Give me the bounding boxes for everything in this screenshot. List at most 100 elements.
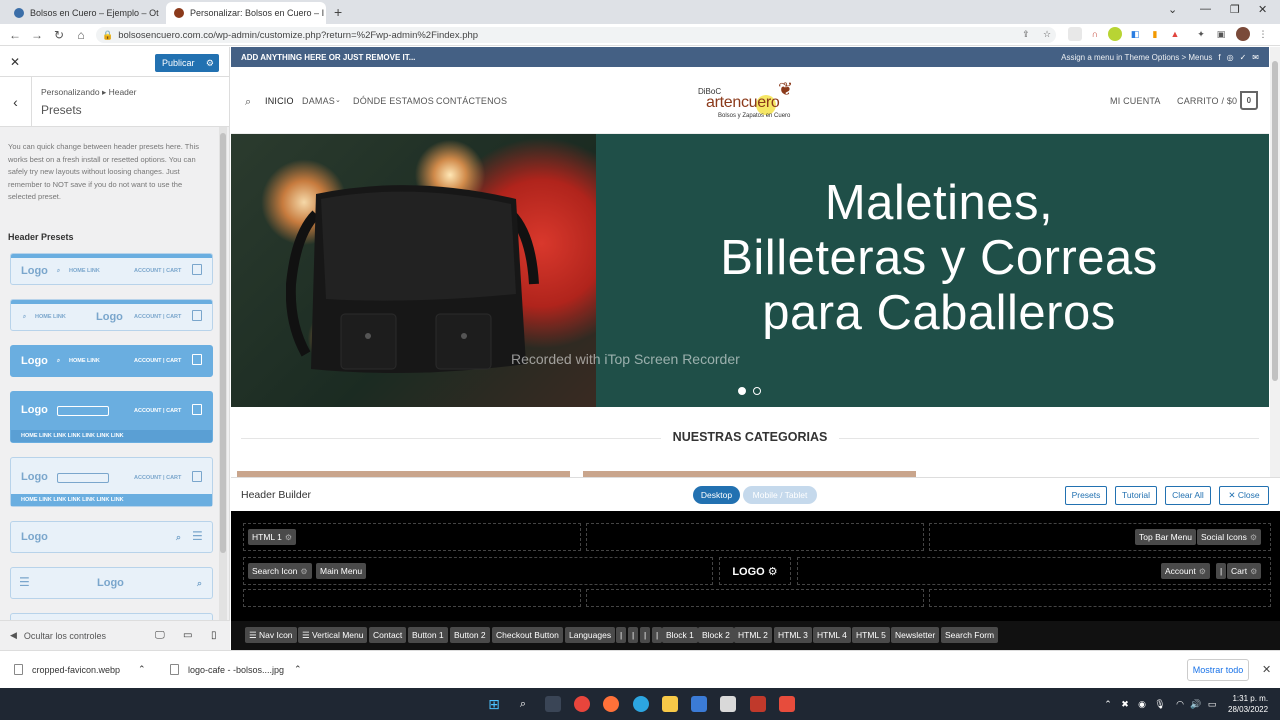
desktop-toggle[interactable]: Desktop [693, 486, 740, 504]
hero-slider[interactable]: Maletines, Billeteras y Correas para Cab… [231, 134, 1269, 407]
element-html-1[interactable]: HTML 1 ⚙ [248, 529, 297, 545]
site-logo[interactable]: DiBoC artencuero Bolsos y Zapatos en Cue… [696, 77, 806, 125]
sidepanel-icon[interactable]: ▣ [1214, 27, 1228, 41]
nav-item-damas[interactable]: DAMAS [302, 96, 335, 106]
microphone-icon[interactable]: 🎙 [1152, 696, 1168, 712]
facebook-icon[interactable]: f [1218, 53, 1220, 62]
chrome-icon[interactable] [574, 696, 590, 712]
extension-icon[interactable]: ▮ [1148, 27, 1162, 41]
calculator-icon[interactable] [691, 696, 707, 712]
element-nav-icon[interactable]: ☰ Nav Icon [245, 627, 297, 643]
element-checkout-button[interactable]: Checkout Button [492, 627, 563, 643]
address-bar[interactable]: 🔒 bolsosencuero.com.co/wp-admin/customiz… [96, 27, 1056, 43]
more-icon[interactable]: ⋮ [1256, 27, 1270, 41]
nav-item-contactenos[interactable]: CONTÁCTENOS [436, 96, 507, 106]
element-top-bar-menu[interactable]: Top Bar Menu [1135, 529, 1196, 545]
avatar[interactable] [1236, 27, 1250, 41]
preset-1[interactable]: Logo ⌕ HOME LINK ACCOUNT | CART [10, 253, 213, 285]
windows-start-icon[interactable]: ⊞ [486, 696, 502, 712]
back-chevron-icon[interactable]: ‹ [0, 77, 32, 127]
tablet-preview-icon[interactable]: ▭ [183, 630, 192, 641]
browser-tab-1[interactable]: Bolsos en Cuero – Ejemplo – Ot ✕ [6, 2, 164, 24]
main-row-left[interactable] [243, 557, 713, 585]
twitter-icon[interactable]: ✓ [1240, 53, 1247, 62]
close-button[interactable]: ✕ Close [1219, 486, 1269, 505]
volume-icon[interactable]: 🔊 [1188, 696, 1204, 712]
minimize-icon[interactable]: — [1200, 3, 1211, 15]
extension-icon[interactable] [1068, 27, 1082, 41]
extension-icon[interactable]: ▲ [1168, 27, 1182, 41]
gear-icon[interactable]: ⚙ [206, 58, 214, 69]
wifi-icon[interactable]: ◠ [1172, 696, 1188, 712]
element-search-icon[interactable]: Search Icon ⚙ [248, 563, 312, 579]
puzzle-icon[interactable]: ✦ [1194, 27, 1208, 41]
gear-icon[interactable]: ⚙ [300, 567, 307, 576]
extension-icon[interactable]: ◧ [1128, 27, 1142, 41]
star-icon[interactable]: ☆ [1040, 27, 1054, 41]
chevron-up-icon[interactable]: ⌃ [138, 664, 146, 675]
cart-link[interactable]: CARRITO / $0 [1177, 96, 1237, 106]
element-languages[interactable]: Languages [565, 627, 616, 643]
nav-item-inicio[interactable]: INICIO [265, 96, 294, 106]
element-divider-2[interactable]: | [628, 627, 639, 643]
preset-3[interactable]: Logo ⌕ HOME LINK ACCOUNT | CART [10, 345, 213, 377]
reload-icon[interactable]: ↻ [48, 28, 70, 42]
chevron-up-icon[interactable]: ⌃ [294, 664, 302, 675]
browser-tab-2[interactable]: Personalizar: Bolsos en Cuero – I ✕ [166, 2, 326, 24]
element-html-5[interactable]: HTML 5 [852, 627, 890, 643]
slider-dot-2[interactable] [753, 387, 761, 395]
nav-item-donde-estamos[interactable]: DÓNDE ESTAMOS [353, 96, 434, 106]
preset-2[interactable]: ⌕ HOME LINK Logo ACCOUNT | CART [10, 299, 213, 331]
top-row-center[interactable] [586, 523, 924, 551]
gear-icon[interactable]: ⚙ [1199, 567, 1206, 576]
element-html-2[interactable]: HTML 2 [734, 627, 772, 643]
new-tab-button[interactable]: + [334, 4, 342, 20]
element-divider-1[interactable]: | [616, 627, 627, 643]
tutorial-button[interactable]: Tutorial [1115, 486, 1157, 505]
element-social-icons[interactable]: Social Icons ⚙ [1197, 529, 1262, 545]
tray-icon[interactable]: ✖ [1117, 696, 1133, 712]
download-item-2[interactable]: logo-cafe - -bolsos....jpg [170, 664, 284, 675]
mobile-tablet-toggle[interactable]: Mobile / Tablet [743, 486, 817, 504]
element-contact[interactable]: Contact [369, 627, 407, 643]
firefox-icon[interactable] [603, 696, 619, 712]
gear-icon[interactable]: ⚙ [1250, 567, 1257, 576]
cart-count[interactable]: 0 [1240, 91, 1258, 110]
element-divider[interactable]: | [1216, 563, 1227, 579]
element-html-3[interactable]: HTML 3 [774, 627, 812, 643]
restore-icon[interactable]: ❐ [1230, 3, 1240, 16]
instagram-icon[interactable]: ◎ [1227, 53, 1234, 62]
app-icon[interactable] [720, 696, 736, 712]
preset-5[interactable]: Logo ACCOUNT | CART HOME LINK LINK LINK … [10, 457, 213, 507]
desktop-preview-icon[interactable]: 🖵 [155, 630, 165, 641]
element-main-menu[interactable]: Main Menu [316, 563, 367, 579]
scrollbar-thumb[interactable] [220, 133, 226, 553]
slider-dot-1[interactable] [738, 387, 746, 395]
bottom-row-center[interactable] [586, 589, 924, 607]
file-explorer-icon[interactable] [662, 696, 678, 712]
hide-controls-button[interactable]: Ocultar los controles [24, 631, 106, 641]
element-search-form[interactable]: Search Form [941, 627, 999, 643]
element-account[interactable]: Account ⚙ [1161, 563, 1210, 579]
forward-icon[interactable]: → [26, 28, 48, 42]
close-tab-icon[interactable]: ✕ [324, 8, 326, 19]
preset-7[interactable]: ☰ Logo ⌕ [10, 567, 213, 599]
close-icon[interactable]: ✕ [1262, 663, 1271, 676]
tray-icon[interactable]: ◉ [1134, 696, 1150, 712]
element-divider-4[interactable]: | [652, 627, 663, 643]
chevron-up-icon[interactable]: ⌃ [1100, 696, 1116, 712]
mobile-preview-icon[interactable]: ▯ [211, 630, 217, 641]
element-divider-3[interactable]: | [640, 627, 651, 643]
back-icon[interactable]: ← [4, 28, 26, 42]
close-icon[interactable]: ✕ [10, 55, 20, 69]
download-item-1[interactable]: cropped-favicon.webp [14, 664, 120, 675]
email-icon[interactable]: ✉ [1252, 53, 1259, 62]
bottom-row-left[interactable] [243, 589, 581, 607]
preview-scrollbar[interactable] [1270, 47, 1280, 477]
gear-icon[interactable]: ⚙ [285, 533, 292, 542]
scrollbar-thumb[interactable] [1272, 61, 1278, 381]
close-window-icon[interactable]: ✕ [1258, 3, 1267, 16]
hide-controls-icon[interactable]: ◀ [10, 630, 17, 641]
element-cart[interactable]: Cart ⚙ [1227, 563, 1262, 579]
element-block-2[interactable]: Block 2 [698, 627, 734, 643]
